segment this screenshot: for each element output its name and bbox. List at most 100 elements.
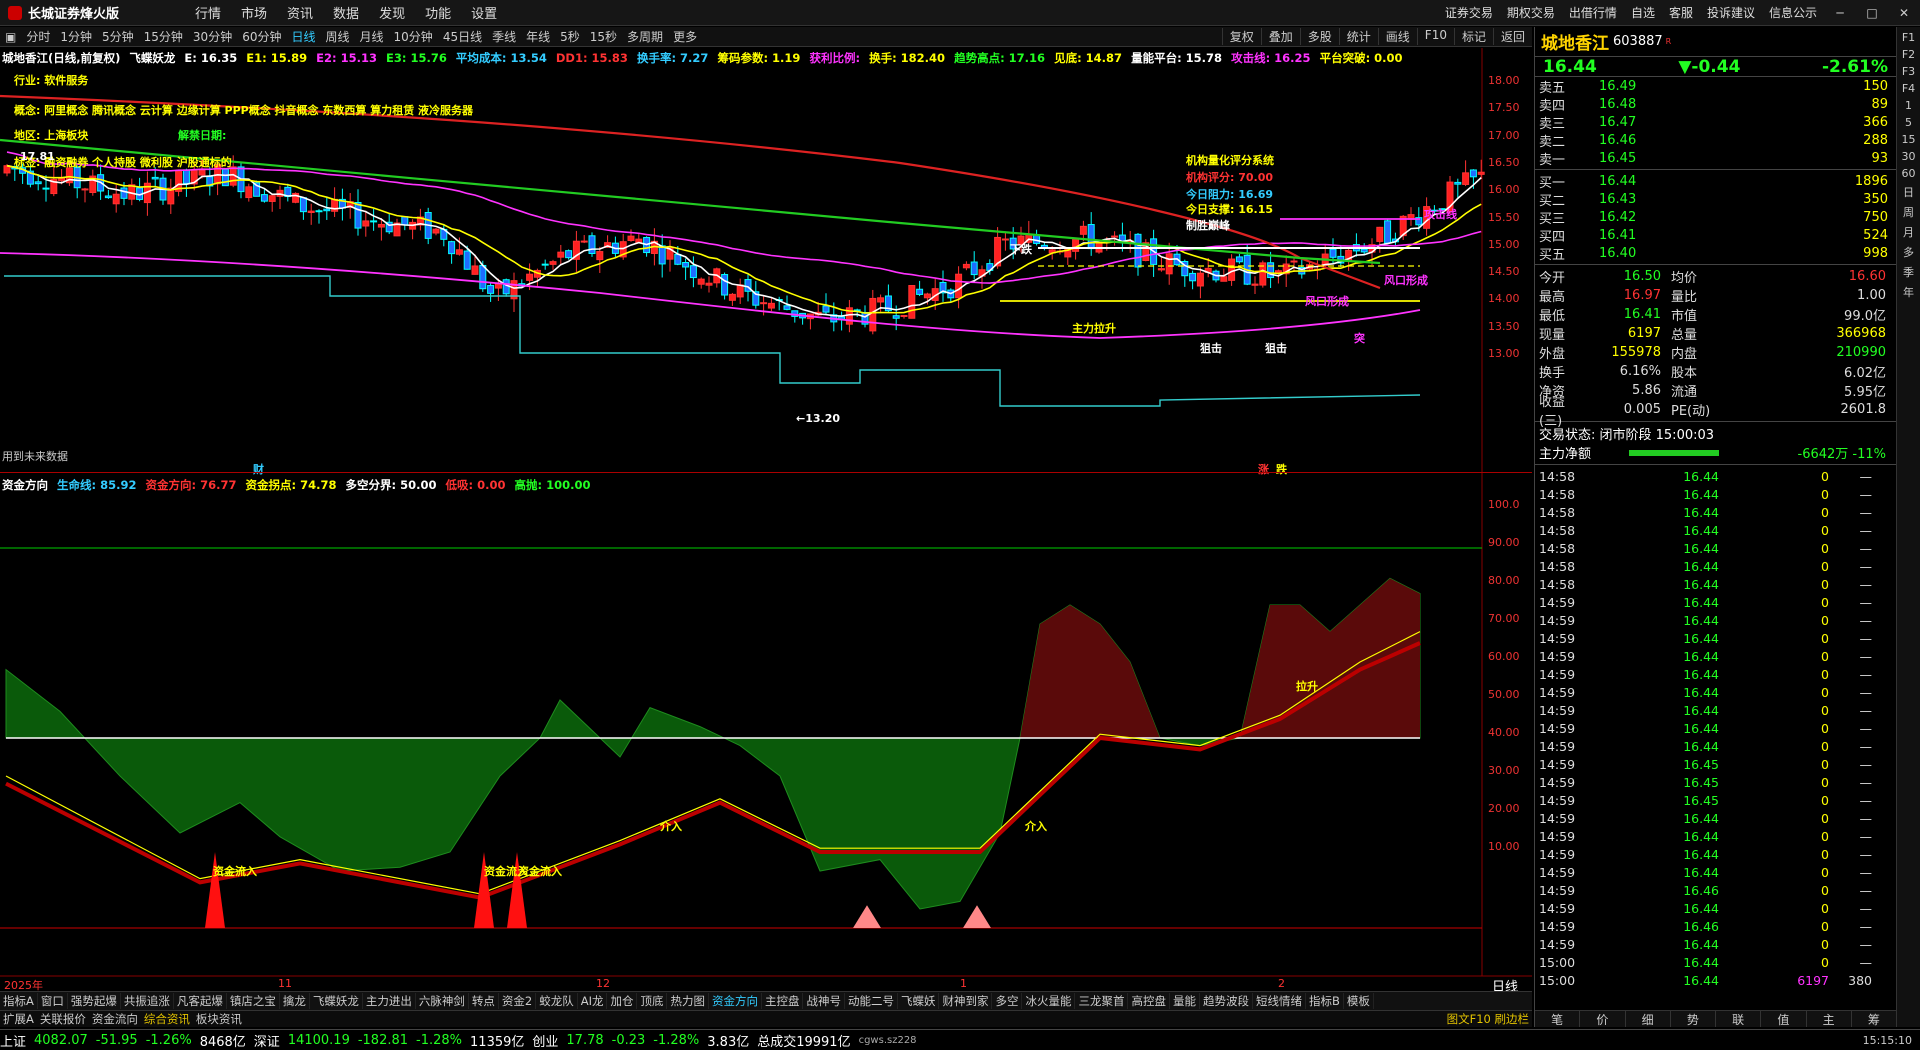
vtool-9[interactable]: 日	[1900, 184, 1918, 200]
indicator-tab-8[interactable]: 主力进出	[363, 993, 416, 1009]
period-tab-13[interactable]: 5秒	[555, 28, 585, 45]
indicator-tab-17[interactable]: 资金方向	[709, 993, 762, 1009]
vtool-6[interactable]: 15	[1900, 133, 1918, 146]
indicator-tab-14[interactable]: 加仓	[607, 993, 638, 1009]
chart-tool-4[interactable]: 画线	[1377, 28, 1417, 45]
period-tab-3[interactable]: 15分钟	[139, 28, 188, 45]
minimize-button[interactable]: ─	[1824, 6, 1856, 20]
indicator-tab-1[interactable]: 窗口	[38, 993, 68, 1009]
vtool-8[interactable]: 60	[1900, 167, 1918, 180]
ext-tab-0[interactable]: 扩展A	[0, 1011, 37, 1027]
vtool-10[interactable]: 周	[1900, 204, 1918, 220]
period-tab-10[interactable]: 45日线	[438, 28, 487, 45]
chart-tool-6[interactable]: 标记	[1453, 28, 1493, 45]
bid-row-1[interactable]: 买二 16.43 350	[1535, 190, 1896, 209]
chart-tool-0[interactable]: 复权	[1221, 28, 1261, 45]
sidebar-toggle-icon[interactable]: ▣	[0, 30, 21, 44]
indicator-tab-3[interactable]: 共振追涨	[121, 993, 174, 1009]
indicator-tab-24[interactable]: 冰火量能	[1022, 993, 1076, 1009]
right-menu-item-6[interactable]: 信息公示	[1762, 4, 1824, 21]
period-tab-14[interactable]: 15秒	[585, 28, 622, 45]
indicator-tab-10[interactable]: 转点	[469, 993, 499, 1009]
finance-marker[interactable]: 财	[253, 461, 264, 477]
indicator-tab-4[interactable]: 凡客起爆	[174, 993, 227, 1009]
indicator-tab-18[interactable]: 主控盘	[762, 993, 804, 1009]
vtool-3[interactable]: F4	[1900, 82, 1918, 95]
vtool-7[interactable]: 30	[1900, 150, 1918, 163]
ask-row-1[interactable]: 卖四 16.48 89	[1535, 95, 1896, 114]
period-tab-16[interactable]: 更多	[668, 28, 702, 45]
indicator-tab-23[interactable]: 多空	[992, 993, 1023, 1009]
period-tab-7[interactable]: 周线	[321, 28, 355, 45]
quote-tab-3[interactable]: 势	[1671, 1011, 1716, 1027]
indicator-tab-9[interactable]: 六脉神剑	[416, 993, 469, 1009]
right-menu-item-0[interactable]: 证券交易	[1438, 4, 1500, 21]
sub-indicator-name[interactable]: 资金方向	[2, 478, 48, 492]
indicator-tab-12[interactable]: 蛟龙队	[536, 993, 578, 1009]
ask-row-0[interactable]: 卖五 16.49 150	[1535, 77, 1896, 96]
ext-tab-2[interactable]: 资金流向	[89, 1011, 141, 1027]
right-menu-item-3[interactable]: 自选	[1624, 4, 1662, 21]
vtool-5[interactable]: 5	[1900, 116, 1918, 129]
bid-row-0[interactable]: 买一 16.44 1896	[1535, 172, 1896, 191]
ask-row-2[interactable]: 卖三 16.47 366	[1535, 113, 1896, 132]
maximize-button[interactable]: □	[1856, 6, 1888, 20]
indicator-tab-22[interactable]: 财神到家	[939, 993, 993, 1009]
vtool-2[interactable]: F3	[1900, 65, 1918, 78]
indicator-tab-19[interactable]: 战神号	[803, 993, 845, 1009]
bid-row-3[interactable]: 买四 16.41 524	[1535, 226, 1896, 245]
chart-tool-2[interactable]: 多股	[1299, 28, 1339, 45]
indicator-tab-13[interactable]: AI龙	[578, 993, 608, 1009]
bid-row-4[interactable]: 买五 16.40 998	[1535, 244, 1896, 263]
right-menu-item-4[interactable]: 客服	[1662, 4, 1700, 21]
quote-tab-4[interactable]: 联	[1716, 1011, 1762, 1027]
indicator-tab-28[interactable]: 趋势波段	[1200, 993, 1253, 1009]
quote-tab-2[interactable]: 细	[1626, 1011, 1671, 1027]
menu-item-2[interactable]: 资讯	[277, 3, 323, 22]
menu-item-3[interactable]: 数据	[323, 3, 369, 22]
menu-item-6[interactable]: 设置	[461, 3, 507, 22]
quote-tab-0[interactable]: 笔	[1535, 1011, 1581, 1027]
vtool-0[interactable]: F1	[1900, 31, 1918, 44]
ext-tab-4[interactable]: 板块资讯	[193, 1011, 245, 1027]
ext-tab-1[interactable]: 关联报价	[37, 1011, 89, 1027]
period-tab-15[interactable]: 多周期	[622, 28, 668, 45]
period-tab-9[interactable]: 10分钟	[389, 28, 438, 45]
vtool-4[interactable]: 1	[1900, 99, 1918, 112]
indicator-tab-31[interactable]: 模板	[1344, 993, 1374, 1009]
quote-tab-5[interactable]: 值	[1761, 1011, 1807, 1027]
ext-tab-3[interactable]: 综合资讯	[141, 1011, 193, 1027]
indicator-tab-20[interactable]: 动能二号	[845, 993, 898, 1009]
chart-tool-7[interactable]: 返回	[1492, 28, 1532, 45]
vtool-13[interactable]: 季	[1900, 264, 1918, 280]
menu-item-1[interactable]: 市场	[231, 3, 277, 22]
indicator-tab-27[interactable]: 量能	[1170, 993, 1200, 1009]
chart-tool-5[interactable]: F10	[1416, 28, 1454, 45]
indicator-tab-0[interactable]: 指标A	[0, 993, 38, 1009]
period-tab-5[interactable]: 60分钟	[237, 28, 286, 45]
period-tab-8[interactable]: 月线	[355, 28, 389, 45]
indicator-tab-25[interactable]: 三龙聚首	[1075, 993, 1129, 1009]
quote-tab-6[interactable]: 主	[1807, 1011, 1852, 1027]
menu-item-4[interactable]: 发现	[369, 3, 415, 22]
period-tab-12[interactable]: 年线	[521, 28, 555, 45]
indicator-tab-15[interactable]: 顶底	[637, 993, 668, 1009]
ask-row-4[interactable]: 卖一 16.45 93	[1535, 149, 1896, 168]
indicator-tab-16[interactable]: 热力图	[667, 993, 709, 1009]
menu-item-0[interactable]: 行情	[185, 3, 231, 22]
indicator-name[interactable]: 飞蝶妖龙	[129, 51, 175, 65]
right-menu-item-5[interactable]: 投诉建议	[1700, 4, 1762, 21]
indicator-tab-5[interactable]: 镇店之宝	[227, 993, 280, 1009]
menu-item-5[interactable]: 功能	[415, 3, 461, 22]
vtool-1[interactable]: F2	[1900, 48, 1918, 61]
close-button[interactable]: ✕	[1888, 6, 1920, 20]
indicator-tab-11[interactable]: 资金2	[499, 993, 537, 1009]
cy-label[interactable]: 创业	[532, 1031, 558, 1050]
bid-row-2[interactable]: 买三 16.42 750	[1535, 208, 1896, 227]
ask-row-3[interactable]: 卖二 16.46 288	[1535, 131, 1896, 150]
period-tab-0[interactable]: 分时	[21, 28, 55, 45]
vtool-12[interactable]: 多	[1900, 244, 1918, 260]
sz-label[interactable]: 深证	[254, 1031, 280, 1050]
indicator-tab-29[interactable]: 短线情绪	[1253, 993, 1306, 1009]
up-marker[interactable]: 涨	[1258, 461, 1269, 477]
